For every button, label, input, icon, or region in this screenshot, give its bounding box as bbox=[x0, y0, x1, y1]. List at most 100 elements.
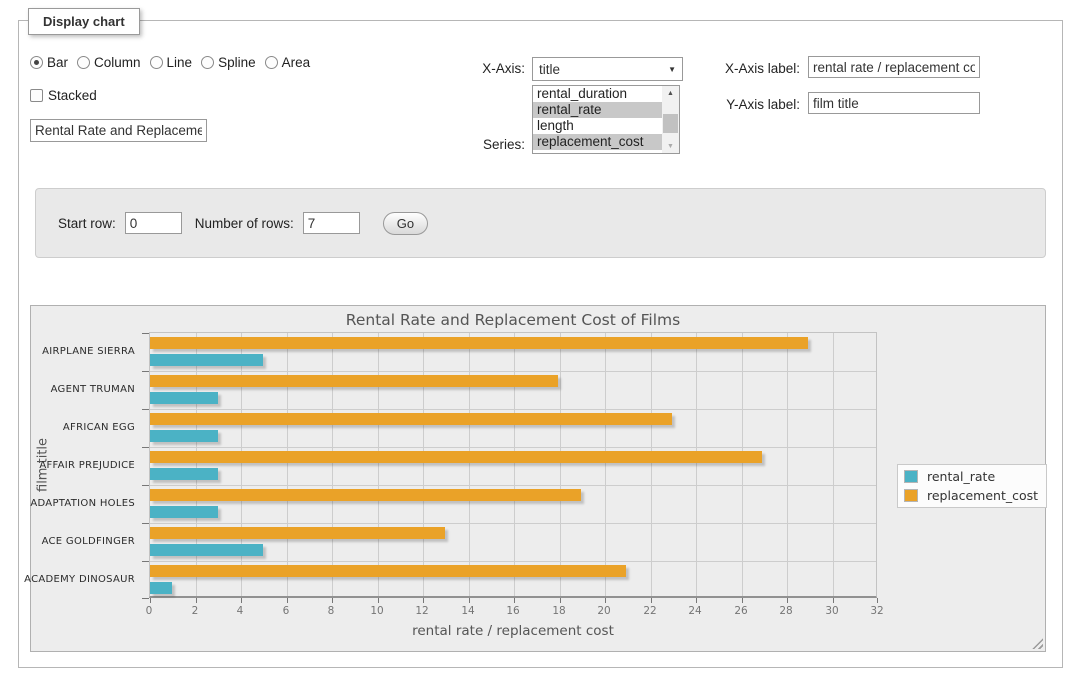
x-axis-title: rental rate / replacement cost bbox=[149, 623, 877, 639]
scroll-down-icon[interactable]: ▼ bbox=[662, 139, 679, 153]
series-scrollbar[interactable]: ▲ ▼ bbox=[662, 86, 679, 153]
x-axis-selected-value: title bbox=[539, 62, 560, 77]
y-axis-label-input[interactable] bbox=[808, 92, 980, 114]
y-category-label: AFFAIR PREJUDICE bbox=[31, 446, 135, 484]
checkbox-icon[interactable] bbox=[30, 89, 43, 102]
x-axis-ticks: 02468101214161820222426283032 bbox=[149, 605, 877, 618]
replacement_cost-bar bbox=[150, 337, 808, 349]
chart-title: Rental Rate and Replacement Cost of Film… bbox=[149, 311, 877, 329]
bar-group bbox=[150, 333, 876, 371]
chart-type-radio-area[interactable]: Area bbox=[265, 55, 311, 70]
chart-legend: rental_rate replacement_cost bbox=[897, 464, 1047, 508]
replacement_cost-bar bbox=[150, 489, 581, 501]
y-category-label: ADAPTATION HOLES bbox=[31, 484, 135, 522]
x-axis-select[interactable]: title ▼ bbox=[532, 57, 683, 81]
chart-type-radio-group: Bar Column Line Spline Area bbox=[30, 55, 310, 70]
chart-type-label: Spline bbox=[218, 55, 256, 70]
series-option-rental_rate[interactable]: rental_rate bbox=[533, 102, 662, 118]
y-axis-label-label: Y-Axis label: bbox=[710, 97, 800, 112]
start-row-label: Start row: bbox=[58, 216, 116, 231]
tick-mark bbox=[142, 371, 149, 372]
radio-icon[interactable] bbox=[77, 56, 90, 69]
series-select-label: Series: bbox=[452, 137, 525, 152]
x-tick-label: 14 bbox=[461, 605, 474, 617]
chart-type-label: Line bbox=[167, 55, 193, 70]
rental_rate-bar bbox=[150, 430, 218, 442]
radio-icon[interactable] bbox=[265, 56, 278, 69]
tick-mark bbox=[142, 333, 149, 334]
legend-item: replacement_cost bbox=[904, 488, 1038, 503]
stacked-checkbox[interactable]: Stacked bbox=[30, 88, 97, 103]
x-tick-label: 16 bbox=[506, 605, 519, 617]
series-listbox[interactable]: rental_durationrental_ratelengthreplacem… bbox=[532, 85, 680, 154]
num-rows-input[interactable] bbox=[303, 212, 360, 234]
tick-mark bbox=[142, 447, 149, 448]
legend-label: rental_rate bbox=[927, 469, 995, 484]
row-controls-panel: Start row: Number of rows: Go bbox=[35, 188, 1046, 258]
y-category-label: AFRICAN EGG bbox=[31, 408, 135, 446]
bar-group bbox=[150, 447, 876, 485]
y-axis-labels: AIRPLANE SIERRAAGENT TRUMANAFRICAN EGGAF… bbox=[31, 332, 143, 598]
scroll-up-icon[interactable]: ▲ bbox=[662, 86, 679, 100]
chart-type-radio-line[interactable]: Line bbox=[150, 55, 193, 70]
bar-group bbox=[150, 523, 876, 561]
plot-area bbox=[149, 332, 877, 598]
legend-item: rental_rate bbox=[904, 469, 1038, 484]
chart-type-radio-spline[interactable]: Spline bbox=[201, 55, 256, 70]
x-tick-label: 2 bbox=[192, 605, 199, 617]
replacement_cost-bar bbox=[150, 413, 672, 425]
chart-type-radio-bar[interactable]: Bar bbox=[30, 55, 68, 70]
rental_rate-bar bbox=[150, 392, 218, 404]
y-category-label: AIRPLANE SIERRA bbox=[31, 332, 135, 370]
panel-title: Display chart bbox=[28, 8, 140, 35]
x-tick-label: 4 bbox=[237, 605, 244, 617]
series-option-length[interactable]: length bbox=[533, 118, 662, 134]
x-tick-label: 6 bbox=[283, 605, 290, 617]
legend-swatch bbox=[904, 489, 918, 502]
chart-type-label: Column bbox=[94, 55, 141, 70]
series-option-replacement_cost[interactable]: replacement_cost bbox=[533, 134, 662, 150]
scrollbar-thumb[interactable] bbox=[663, 114, 678, 133]
tick-mark bbox=[142, 598, 149, 599]
y-category-label: ACADEMY DINOSAUR bbox=[31, 560, 135, 598]
x-tick-label: 26 bbox=[734, 605, 747, 617]
chart-type-label: Bar bbox=[47, 55, 68, 70]
legend-swatch bbox=[904, 470, 918, 483]
x-tick-label: 30 bbox=[825, 605, 838, 617]
x-tick-label: 10 bbox=[370, 605, 383, 617]
series-option-rental_duration[interactable]: rental_duration bbox=[533, 86, 662, 102]
x-tick-label: 18 bbox=[552, 605, 565, 617]
x-tick-label: 20 bbox=[597, 605, 610, 617]
x-tick-label: 0 bbox=[146, 605, 153, 617]
bar-group bbox=[150, 371, 876, 409]
replacement_cost-bar bbox=[150, 565, 626, 577]
x-tick-label: 28 bbox=[779, 605, 792, 617]
rental_rate-bar bbox=[150, 582, 172, 594]
tick-mark bbox=[877, 598, 878, 603]
num-rows-label: Number of rows: bbox=[195, 216, 294, 231]
replacement_cost-bar bbox=[150, 451, 762, 463]
y-category-label: AGENT TRUMAN bbox=[31, 370, 135, 408]
tick-mark bbox=[142, 409, 149, 410]
resize-grip-icon[interactable] bbox=[1032, 638, 1043, 649]
x-axis-label-input[interactable] bbox=[808, 56, 980, 78]
radio-icon[interactable] bbox=[150, 56, 163, 69]
stacked-label: Stacked bbox=[48, 88, 97, 103]
rental_rate-bar bbox=[150, 544, 263, 556]
radio-icon[interactable] bbox=[201, 56, 214, 69]
bar-group bbox=[150, 409, 876, 447]
y-category-label: ACE GOLDFINGER bbox=[31, 522, 135, 560]
tick-mark bbox=[142, 561, 149, 562]
x-axis-label-label: X-Axis label: bbox=[710, 61, 800, 76]
x-tick-label: 8 bbox=[328, 605, 335, 617]
chart-type-label: Area bbox=[282, 55, 311, 70]
chart-type-radio-column[interactable]: Column bbox=[77, 55, 141, 70]
replacement_cost-bar bbox=[150, 527, 445, 539]
rental_rate-bar bbox=[150, 506, 218, 518]
chart-container: Rental Rate and Replacement Cost of Film… bbox=[30, 305, 1046, 652]
go-button[interactable]: Go bbox=[383, 212, 428, 235]
legend-label: replacement_cost bbox=[927, 488, 1038, 503]
start-row-input[interactable] bbox=[125, 212, 182, 234]
radio-icon[interactable] bbox=[30, 56, 43, 69]
chart-title-input[interactable] bbox=[30, 119, 207, 142]
